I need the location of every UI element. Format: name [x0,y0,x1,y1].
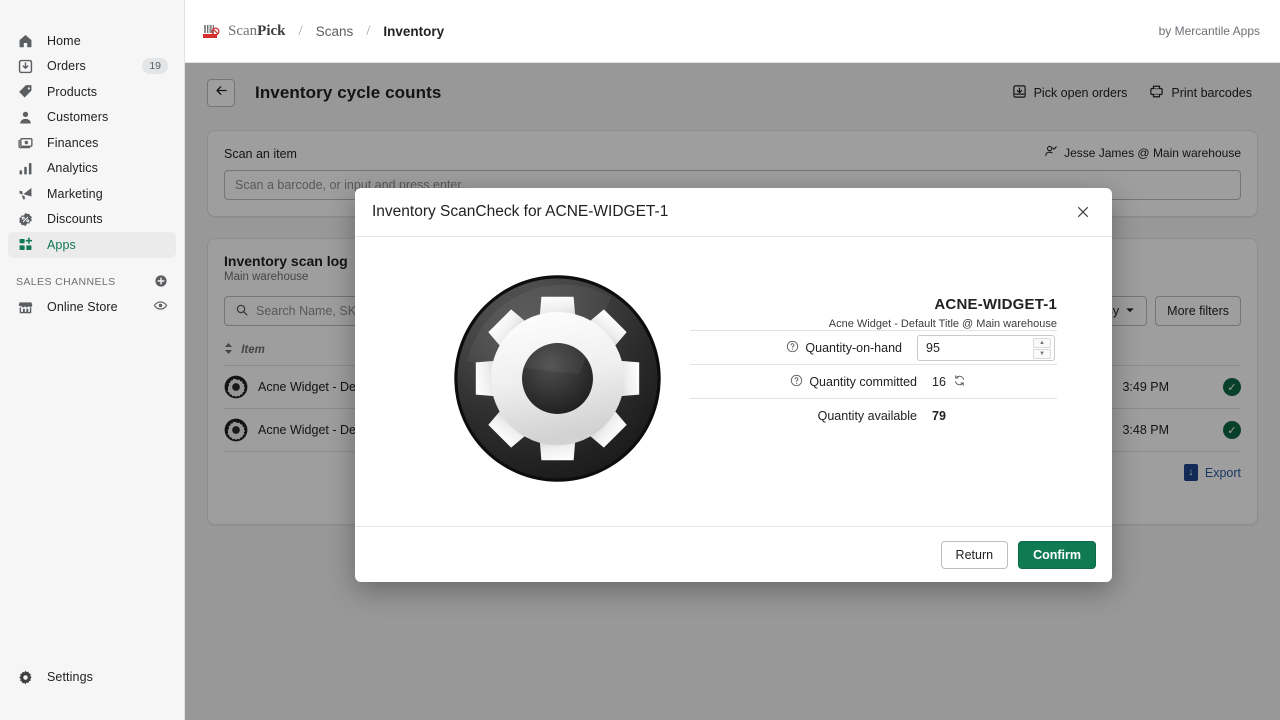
sidebar: Home Orders 19 Products Customers [0,0,185,720]
gear-icon [16,668,35,687]
home-icon [16,31,35,50]
help-circle-icon[interactable] [786,340,799,356]
brand-scan-text: Scan [228,23,257,39]
quantity-on-hand-row: Quantity-on-hand ▲ ▼ [690,330,1057,364]
modal-footer: Return Confirm [355,526,1112,582]
sales-channels-title: SALES CHANNELS [16,276,154,288]
sidebar-item-customers[interactable]: Customers [8,105,176,131]
plus-circle-icon[interactable] [154,274,168,291]
quantity-on-hand-label-group: Quantity-on-hand [692,340,902,356]
quantity-on-hand-stepper[interactable]: ▲ ▼ [917,335,1055,361]
breadcrumb-separator-2: / [366,23,370,40]
discount-icon [16,210,35,229]
quantity-available-row: Quantity available 79 [690,398,1057,432]
sidebar-item-label: Products [47,85,168,99]
quantity-committed-label: Quantity committed [809,375,917,389]
page-content: Inventory cycle counts Pick open orders … [185,63,1280,720]
modal-sku-subtitle: Acne Widget - Default Title @ Main wareh… [690,318,1057,330]
modal-sku: ACNE-WIDGET-1 [690,296,1057,313]
sidebar-item-apps[interactable]: Apps [8,232,176,258]
quantity-committed-label-group: Quantity committed [692,374,917,390]
breadcrumb-separator-1: / [299,23,303,40]
sidebar-item-finances[interactable]: Finances [8,130,176,156]
return-button[interactable]: Return [941,541,1009,569]
attribution-text: by Mercantile Apps [1159,24,1260,38]
store-icon [16,298,35,317]
sidebar-spacer [0,320,184,665]
sidebar-item-label: Apps [47,238,168,252]
brand-pick-text: Pick [257,23,285,39]
refresh-icon[interactable] [953,374,966,390]
sidebar-item-label: Home [47,34,168,48]
sidebar-item-home[interactable]: Home [8,28,176,54]
breadcrumb-scans[interactable]: Scans [316,24,354,39]
quantity-available-label: Quantity available [818,409,917,423]
quantity-available-label-group: Quantity available [692,409,917,423]
gear-badge-logo [450,271,665,486]
scanpick-logo-icon [203,24,220,39]
quantity-committed-value: 16 [932,375,946,389]
sidebar-item-products[interactable]: Products [8,79,176,105]
orders-badge: 19 [142,58,168,74]
bar-chart-icon [16,159,35,178]
sidebar-item-label: Marketing [47,187,168,201]
sidebar-item-label: Finances [47,136,168,150]
modal-header: Inventory ScanCheck for ACNE-WIDGET-1 [355,188,1112,237]
money-icon [16,133,35,152]
caret-down-icon[interactable]: ▼ [1033,349,1051,359]
sidebar-bottom: Settings [0,665,184,720]
sales-channels-header: SALES CHANNELS [16,274,168,291]
megaphone-icon [16,184,35,203]
brand-name[interactable]: ScanPick [228,23,286,40]
main-area: ScanPick / Scans / Inventory by Mercanti… [185,0,1280,720]
modal-body: ACNE-WIDGET-1 Acne Widget - Default Titl… [355,237,1112,526]
sidebar-item-marketing[interactable]: Marketing [8,181,176,207]
breadcrumb-inventory: Inventory [383,24,444,39]
confirm-button[interactable]: Confirm [1018,541,1096,569]
sidebar-item-label: Online Store [47,300,153,314]
quantity-on-hand-label: Quantity-on-hand [805,341,902,355]
orders-icon [16,57,35,76]
sidebar-item-label: Analytics [47,161,168,175]
sidebar-item-discounts[interactable]: Discounts [8,207,176,233]
topbar: ScanPick / Scans / Inventory by Mercanti… [185,0,1280,63]
help-circle-icon[interactable] [790,374,803,390]
sidebar-item-label: Customers [47,110,168,124]
app-root: Home Orders 19 Products Customers [0,0,1280,720]
tag-icon [16,82,35,101]
modal-title: Inventory ScanCheck for ACNE-WIDGET-1 [372,203,668,221]
sidebar-item-label: Settings [47,670,168,684]
scancheck-modal: Inventory ScanCheck for ACNE-WIDGET-1 [355,188,1112,582]
modal-item-info: ACNE-WIDGET-1 Acne Widget - Default Titl… [690,296,1057,432]
sidebar-item-label: Discounts [47,212,168,226]
sidebar-item-orders[interactable]: Orders 19 [8,54,176,80]
stepper-buttons[interactable]: ▲ ▼ [1033,338,1051,359]
quantity-available-value-group: 79 [917,409,1055,423]
caret-up-icon[interactable]: ▲ [1033,338,1051,348]
person-icon [16,108,35,127]
apps-icon [16,235,35,254]
close-icon[interactable] [1070,199,1096,225]
quantity-committed-row: Quantity committed 16 [690,364,1057,398]
sidebar-item-settings[interactable]: Settings [8,665,176,691]
quantity-available-value: 79 [932,409,946,423]
quantity-committed-value-group: 16 [917,374,1055,390]
sidebar-item-online-store[interactable]: Online Store [8,295,176,321]
sidebar-item-analytics[interactable]: Analytics [8,156,176,182]
eye-icon[interactable] [153,298,168,316]
breadcrumb: ScanPick / Scans / Inventory [203,23,444,40]
sidebar-item-label: Orders [47,59,142,73]
